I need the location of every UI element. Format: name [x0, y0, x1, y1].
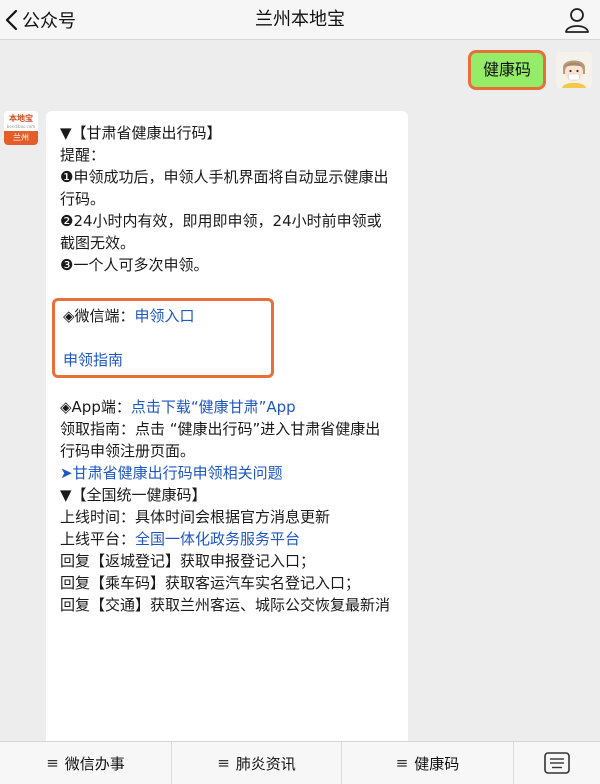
- user-avatar[interactable]: [556, 52, 592, 88]
- pickup-guide-text: 领取指南：点击 “健康出行码”进入甘肃省健康出行码申领注册页面。: [60, 420, 381, 460]
- section-heading: ▼【全国统一健康码】: [60, 486, 207, 504]
- platform-link[interactable]: 全国一体化政务服务平台: [135, 530, 300, 548]
- hamburger-icon: ≡: [46, 754, 59, 772]
- reply-keyword-line: 回复【交通】获取兰州客运、城际公交恢复最新消: [60, 596, 391, 614]
- section-heading: ▼【甘肃省健康出行码】: [60, 124, 222, 142]
- bottom-menu: ≡ 微信办事 ≡ 肺炎资讯 ≡ 健康码: [0, 741, 600, 784]
- keyboard-icon: [544, 752, 570, 774]
- apply-entry-link[interactable]: 申领入口: [135, 307, 195, 325]
- reminder-item: ❷24小时内有效，即用即申领，24小时前申领或截图无效。: [60, 212, 382, 252]
- reply-keywords-block: 回复【返城登记】获取申报登记入口； 回复【乘车码】获取客运汽车实名登记入口； 回…: [60, 550, 394, 616]
- incoming-message-bubble: ▼【甘肃省健康出行码】 提醒： ❶申领成功后，申领人手机界面将自动显示健康出行码…: [46, 111, 408, 741]
- menu-item-label: 微信办事: [64, 754, 125, 773]
- reminder-item: ❶申领成功后，申领人手机界面将自动显示健康出行码。: [60, 168, 389, 208]
- keyboard-toggle-button[interactable]: [514, 742, 600, 784]
- outgoing-message-bubble[interactable]: 健康码: [467, 50, 546, 90]
- download-app-link[interactable]: 点击下载“健康甘肃”App: [131, 398, 296, 416]
- app-label: ◈App端：: [60, 398, 131, 416]
- bot-brand: 本地宝: [9, 113, 33, 123]
- menu-item-health-code[interactable]: ≡ 健康码: [342, 742, 514, 784]
- chevron-left-icon: [5, 9, 18, 31]
- bot-city: 兰州: [4, 131, 38, 145]
- reply-keyword-line: 回复【返城登记】获取申报登记入口；: [60, 552, 316, 570]
- menu-item-pneumonia-news[interactable]: ≡ 肺炎资讯: [172, 742, 342, 784]
- person-icon: [565, 8, 589, 33]
- menu-item-label: 健康码: [414, 754, 460, 773]
- bot-avatar[interactable]: 本地宝 bendibao.com 兰州: [4, 111, 38, 145]
- bot-brand-sub: bendibao.com: [6, 123, 36, 129]
- reminder-item: ❸一个人可多次申领。: [60, 256, 209, 274]
- platform-label: 上线平台：: [60, 530, 136, 548]
- wechat-label: ◈微信端：: [63, 307, 135, 325]
- back-label: 公众号: [22, 11, 76, 32]
- chat-area[interactable]: 健康码 本地宝 bendibao.com 兰州 ▼【甘肃省健康出行码】 提醒： …: [0, 41, 600, 741]
- page-title: 兰州本地宝: [255, 9, 345, 30]
- reminder-title: 提醒：: [60, 146, 106, 164]
- reply-keyword-line: 回复【乘车码】获取客运汽车实名登记入口；: [60, 574, 361, 592]
- outgoing-message-row: 健康码: [467, 50, 592, 90]
- hamburger-icon: ≡: [395, 754, 409, 772]
- menu-item-label: 肺炎资讯: [235, 754, 296, 773]
- menu-item-wechat-services[interactable]: ≡ 微信办事: [0, 742, 172, 784]
- online-time-text: 上线时间：具体时间会根据官方消息更新: [60, 508, 331, 526]
- cartoon-avatar-icon: [556, 52, 592, 88]
- reminder-block: 提醒： ❶申领成功后，申领人手机界面将自动显示健康出行码。 ❷24小时内有效，即…: [60, 144, 394, 276]
- wechat-highlight-box: ◈微信端：申领入口 申领指南: [52, 298, 274, 378]
- top-bar: 公众号 兰州本地宝: [0, 0, 600, 40]
- apply-guide-link[interactable]: 申领指南: [63, 351, 123, 369]
- faq-link[interactable]: ➤甘肃省健康出行码申领相关问题: [60, 464, 283, 482]
- hamburger-icon: ≡: [217, 754, 230, 772]
- back-button[interactable]: 公众号: [4, 4, 76, 36]
- profile-button[interactable]: [562, 5, 592, 35]
